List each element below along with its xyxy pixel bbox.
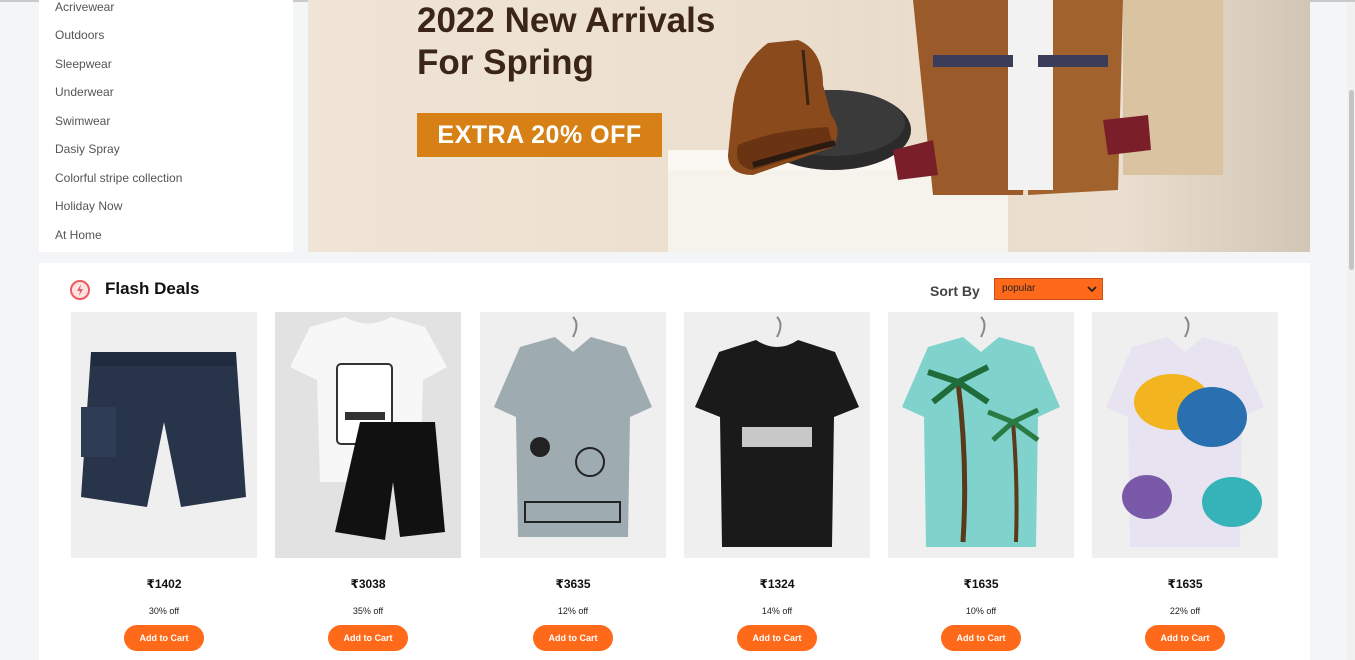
sidebar-item-activewear[interactable]: Acrivewear — [55, 0, 114, 14]
product-image-navy-shorts[interactable] — [71, 312, 257, 558]
sort-selected-value: popular — [1002, 283, 1036, 294]
product-image-grey-graphic-shirt[interactable] — [480, 312, 666, 558]
product-card[interactable]: ₹1635 10% off Add to Cart — [888, 312, 1074, 651]
add-to-cart-button[interactable]: Add to Cart — [533, 625, 613, 651]
sort-dropdown[interactable]: popular — [994, 278, 1103, 300]
add-to-cart-button[interactable]: Add to Cart — [737, 625, 817, 651]
sidebar-item-underwear[interactable]: Underwear — [55, 85, 114, 99]
product-discount: 30% off — [148, 606, 180, 616]
sidebar-item-sleepwear[interactable]: Sleepwear — [55, 57, 112, 71]
banner-headline-line1: 2022 New Arrivals — [417, 1, 716, 40]
product-price: ₹1635 — [1167, 577, 1203, 591]
product-price: ₹1324 — [759, 577, 795, 591]
add-to-cart-button[interactable]: Add to Cart — [941, 625, 1021, 651]
sort-label: Sort By — [930, 283, 980, 299]
chevron-down-icon — [1087, 286, 1097, 293]
category-sidebar: Acrivewear Outdoors Sleepwear Underwear … — [39, 0, 293, 252]
product-image-black-tshirt[interactable] — [684, 312, 870, 558]
product-image-butterfly-print-shirt[interactable] — [1092, 312, 1278, 558]
banner-headline-line2: For Spring — [417, 43, 594, 82]
product-price: ₹1635 — [963, 577, 999, 591]
product-image-tshirt-shorts-set[interactable] — [275, 312, 461, 558]
lightning-icon — [70, 280, 90, 300]
product-price: ₹3635 — [555, 577, 591, 591]
page-scrollbar-thumb[interactable] — [1349, 90, 1354, 270]
product-discount: 10% off — [965, 606, 997, 616]
product-image-palm-print-shirt[interactable] — [888, 312, 1074, 558]
product-card[interactable]: ₹1324 14% off Add to Cart — [684, 312, 870, 651]
boots-image — [728, 40, 911, 175]
banner-promo-badge: EXTRA 20% OFF — [417, 113, 662, 157]
add-to-cart-button[interactable]: Add to Cart — [124, 625, 204, 651]
product-discount: 35% off — [352, 606, 384, 616]
sidebar-item-holiday-now[interactable]: Holiday Now — [55, 199, 122, 213]
promo-banner[interactable]: 2022 New Arrivals For Spring EXTRA 20% O… — [308, 0, 1310, 252]
add-to-cart-button[interactable]: Add to Cart — [328, 625, 408, 651]
jacket-image — [893, 0, 1223, 195]
add-to-cart-button[interactable]: Add to Cart — [1145, 625, 1225, 651]
sidebar-item-outdoors[interactable]: Outdoors — [55, 28, 104, 42]
product-price: ₹3038 — [350, 577, 386, 591]
sidebar-item-swimwear[interactable]: Swimwear — [55, 114, 110, 128]
section-title: Flash Deals — [105, 279, 200, 298]
flash-deals-section: Flash Deals Sort By popular ₹1402 30% of… — [39, 263, 1310, 660]
product-discount: 22% off — [1169, 606, 1201, 616]
sidebar-item-at-home[interactable]: At Home — [55, 228, 102, 242]
product-card[interactable]: ₹1635 22% off Add to Cart — [1092, 312, 1278, 651]
product-card[interactable]: ₹1402 30% off Add to Cart — [71, 312, 257, 651]
sidebar-item-colorful-stripe[interactable]: Colorful stripe collection — [55, 171, 182, 185]
sidebar-item-daisy-spray[interactable]: Dasiy Spray — [55, 142, 120, 156]
product-discount: 14% off — [761, 606, 793, 616]
product-discount: 12% off — [557, 606, 589, 616]
product-price: ₹1402 — [146, 577, 182, 591]
product-card[interactable]: ₹3635 12% off Add to Cart — [480, 312, 666, 651]
product-card[interactable]: ₹3038 35% off Add to Cart — [275, 312, 461, 651]
